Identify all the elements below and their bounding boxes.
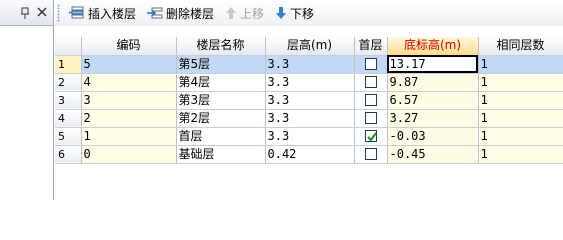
code-cell[interactable]: 1 bbox=[81, 127, 177, 146]
same-floors-cell[interactable]: 1 bbox=[478, 73, 563, 92]
same-floors-cell[interactable]: 1 bbox=[478, 55, 563, 74]
first-floor-cell[interactable] bbox=[354, 109, 388, 128]
base-elevation-column-header[interactable]: 底标高(m) bbox=[387, 37, 479, 56]
first-floor-cell[interactable] bbox=[354, 145, 388, 164]
floor-name-cell[interactable]: 第2层 bbox=[176, 109, 266, 128]
arrow-down-icon bbox=[276, 7, 287, 19]
row-number-cell[interactable]: 1 bbox=[55, 55, 82, 74]
table-header-row: 编码 楼层名称 层高(m) 首层 底标高(m) 相同层数 bbox=[55, 37, 563, 56]
first-floor-cell[interactable] bbox=[354, 91, 388, 110]
toolbar-grip[interactable] bbox=[57, 4, 60, 22]
code-cell[interactable]: 3 bbox=[81, 91, 177, 110]
same-floors-cell[interactable]: 1 bbox=[478, 91, 563, 110]
row-number-cell[interactable]: 6 bbox=[55, 145, 82, 164]
table-row[interactable]: 3 3 第3层 3.3 6.57 1 bbox=[55, 91, 563, 110]
floor-name-cell[interactable]: 基础层 bbox=[176, 145, 266, 164]
row-number-header[interactable] bbox=[55, 37, 82, 56]
base-elevation-cell[interactable]: -0.03 bbox=[387, 127, 479, 146]
floor-settings-panel: 插入楼层 删除楼层 上移 下移 编码 楼层名称 层高(m) 首层 底标高(m) … bbox=[55, 0, 563, 200]
floor-height-cell[interactable]: 3.3 bbox=[265, 127, 355, 146]
pin-icon[interactable] bbox=[18, 6, 32, 20]
floor-table: 编码 楼层名称 层高(m) 首层 底标高(m) 相同层数 1 5 第5层 3.3 13.… bbox=[55, 37, 563, 164]
base-elevation-cell[interactable]: 9.87 bbox=[387, 73, 479, 92]
check-icon bbox=[366, 132, 377, 142]
pane-title-bar bbox=[0, 0, 53, 26]
floor-height-cell[interactable]: 3.3 bbox=[265, 73, 355, 92]
floor-height-cell[interactable]: 3.3 bbox=[265, 55, 355, 74]
base-elevation-cell[interactable]: 3.27 bbox=[387, 109, 479, 128]
insert-floor-button[interactable]: 插入楼层 bbox=[65, 2, 140, 24]
code-cell[interactable]: 2 bbox=[81, 109, 177, 128]
table-row[interactable]: 1 5 第5层 3.3 13.17 1 bbox=[55, 55, 563, 74]
first-floor-cell[interactable] bbox=[354, 127, 388, 146]
first-floor-checkbox[interactable] bbox=[364, 148, 377, 160]
row-number-cell[interactable]: 2 bbox=[55, 73, 82, 92]
code-cell[interactable]: 0 bbox=[81, 145, 177, 164]
floor-height-column-header[interactable]: 层高(m) bbox=[265, 37, 355, 56]
base-elevation-cell[interactable]: -0.45 bbox=[387, 145, 479, 164]
table-row[interactable]: 5 1 首层 3.3 -0.03 1 bbox=[55, 127, 563, 146]
table-row[interactable]: 6 0 基础层 0.42 -0.45 1 bbox=[55, 145, 563, 164]
row-number-cell[interactable]: 3 bbox=[55, 91, 82, 110]
floor-height-cell[interactable]: 0.42 bbox=[265, 145, 355, 164]
move-up-button[interactable]: 上移 bbox=[221, 2, 268, 24]
floor-name-cell[interactable]: 第4层 bbox=[176, 73, 266, 92]
code-column-header[interactable]: 编码 bbox=[81, 37, 177, 56]
floor-name-cell[interactable]: 第5层 bbox=[176, 55, 266, 74]
move-down-button[interactable]: 下移 bbox=[271, 2, 318, 24]
first-floor-checkbox[interactable] bbox=[364, 76, 377, 88]
insert-floor-icon bbox=[69, 6, 84, 19]
floor-height-cell[interactable]: 3.3 bbox=[265, 109, 355, 128]
first-floor-checkbox[interactable] bbox=[364, 58, 377, 70]
delete-floor-label: 删除楼层 bbox=[166, 6, 215, 21]
row-number-cell[interactable]: 4 bbox=[55, 109, 82, 128]
same-floors-cell[interactable]: 1 bbox=[478, 127, 563, 146]
first-floor-column-header[interactable]: 首层 bbox=[354, 37, 388, 56]
floor-name-cell[interactable]: 首层 bbox=[176, 127, 266, 146]
same-floors-column-header[interactable]: 相同层数 bbox=[478, 37, 563, 56]
insert-floor-label: 插入楼层 bbox=[88, 6, 137, 21]
toolbar: 插入楼层 删除楼层 上移 下移 bbox=[55, 0, 563, 26]
first-floor-checkbox[interactable] bbox=[364, 94, 377, 106]
floor-height-cell[interactable]: 3.3 bbox=[265, 91, 355, 110]
table-row[interactable]: 4 2 第2层 3.3 3.27 1 bbox=[55, 109, 563, 128]
close-icon[interactable] bbox=[35, 5, 49, 19]
same-floors-cell[interactable]: 1 bbox=[478, 109, 563, 128]
left-docked-pane bbox=[0, 0, 54, 200]
code-cell[interactable]: 5 bbox=[81, 55, 177, 74]
delete-floor-button[interactable]: 删除楼层 bbox=[143, 2, 218, 24]
base-elevation-cell[interactable]: 13.17 bbox=[387, 55, 479, 74]
first-floor-cell[interactable] bbox=[354, 55, 388, 74]
table-row[interactable]: 2 4 第4层 3.3 9.87 1 bbox=[55, 73, 563, 92]
floor-name-column-header[interactable]: 楼层名称 bbox=[176, 37, 266, 56]
base-elevation-cell[interactable]: 6.57 bbox=[387, 91, 479, 110]
floor-name-cell[interactable]: 第3层 bbox=[176, 91, 266, 110]
code-cell[interactable]: 4 bbox=[81, 73, 177, 92]
move-down-label: 下移 bbox=[290, 6, 315, 21]
arrow-up-icon bbox=[226, 7, 237, 19]
row-number-cell[interactable]: 5 bbox=[55, 127, 82, 146]
same-floors-cell[interactable]: 1 bbox=[478, 145, 563, 164]
first-floor-checkbox[interactable] bbox=[364, 130, 377, 142]
first-floor-cell[interactable] bbox=[354, 73, 388, 92]
first-floor-checkbox[interactable] bbox=[364, 112, 377, 124]
move-up-label: 上移 bbox=[240, 6, 265, 21]
delete-floor-icon bbox=[147, 7, 163, 19]
